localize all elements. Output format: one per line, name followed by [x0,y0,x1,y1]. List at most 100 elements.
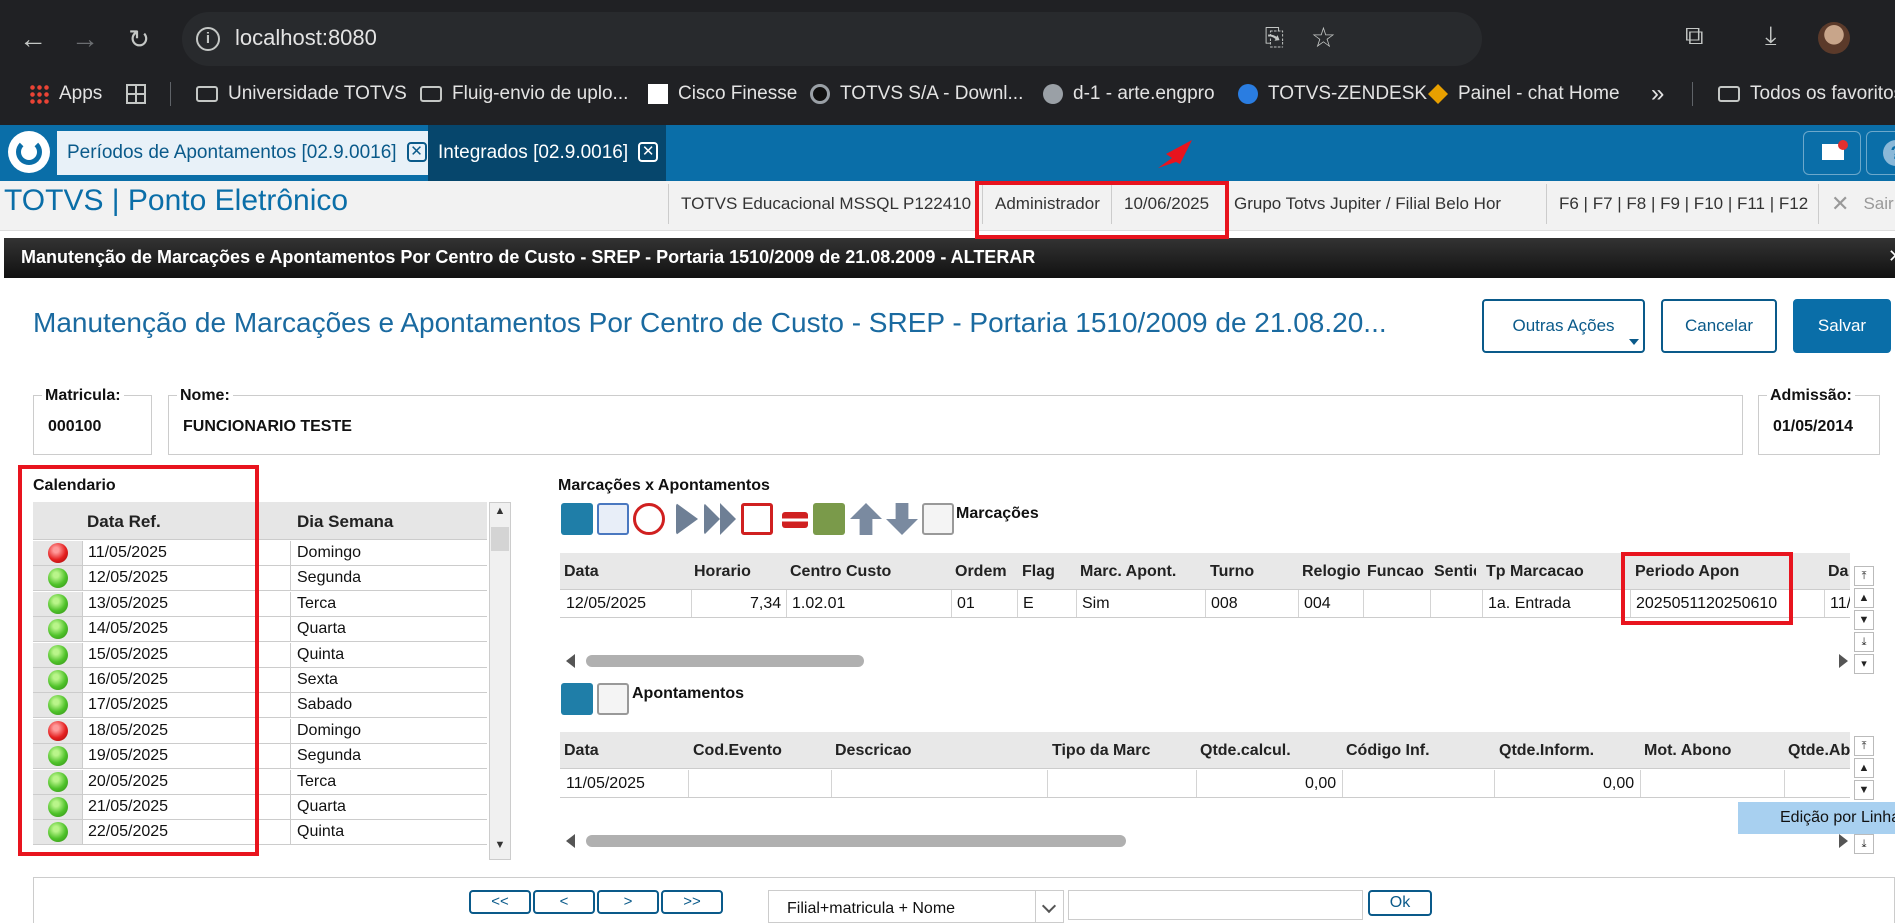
bookmarks-more-button[interactable]: » [1651,76,1664,112]
column-header[interactable]: Ordem [955,563,1007,581]
profile-avatar[interactable] [1818,22,1850,54]
messages-button[interactable] [1803,131,1861,175]
first-row-icon[interactable]: ⤒ [1854,566,1874,586]
bookmark-fluig[interactable]: Fluig-envio de uplo... [420,76,628,112]
bookmark-universidade[interactable]: Universidade TOTVS [196,76,407,112]
scroll-right-icon[interactable] [1839,654,1848,668]
tab-integrados[interactable]: Integrados [02.9.0016] ✕ [428,125,667,181]
system-date[interactable]: 10/06/2025 [1111,184,1209,224]
scroll-thumb[interactable] [586,655,864,667]
calendar-row[interactable]: 21/05/2025 Quarta [33,795,487,820]
reload-icon[interactable]: ↻ [118,18,160,60]
column-header[interactable]: Qtde.calcul. [1200,742,1291,760]
bookmark-star-icon[interactable]: ☆ [1311,21,1336,54]
document-icon[interactable] [741,503,773,535]
calendar-row[interactable]: 20/05/2025 Terca [33,769,487,795]
column-header[interactable]: Dia Semana [297,512,393,532]
close-icon[interactable]: ✕ [638,142,659,162]
column-header[interactable]: Mot. Abono [1644,742,1731,760]
scroll-right-icon[interactable] [1839,834,1848,848]
matricula-field[interactable]: Matricula: 000100 [33,387,152,455]
user-info[interactable]: Administrador [982,184,1100,224]
column-header[interactable]: Relogio [1302,563,1361,581]
extensions-icon[interactable]: ⧉ [1685,20,1704,52]
address-bar[interactable]: i localhost:8080 ⎘ ☆ [182,12,1482,66]
column-header[interactable]: Marc. Apont. [1080,563,1176,581]
calendar-row[interactable]: 18/05/2025 Domingo [33,718,487,744]
table-row[interactable]: 12/05/2025 7,34 1.02.01 01 E Sim 008 004… [560,590,1850,618]
totvs-logo-icon[interactable] [8,131,50,173]
play-icon[interactable] [676,503,698,535]
column-header[interactable]: Descricao [835,742,912,760]
edit-mode-button[interactable]: Edição por Linha [1738,802,1895,834]
scroll-thumb[interactable] [586,835,1126,847]
column-header[interactable]: Da [1828,563,1848,581]
scroll-left-icon[interactable] [566,834,575,848]
column-header[interactable]: Cod.Evento [693,742,782,760]
edit-note-icon[interactable] [597,683,629,715]
column-header[interactable]: Código Inf. [1346,742,1430,760]
next-row-icon[interactable]: ▼ [1854,780,1874,800]
calendar-row[interactable]: 17/05/2025 Sabado [33,693,487,719]
calendar-row[interactable]: 14/05/2025 Quarta [33,617,487,643]
scroll-thumb[interactable] [491,527,509,551]
edit-record-icon[interactable] [561,503,593,535]
clock-icon[interactable] [633,503,665,535]
money-icon[interactable] [813,503,845,535]
scroll-up-icon[interactable]: ▲ [490,505,510,523]
column-header[interactable]: Data Ref. [87,512,161,532]
site-info-icon[interactable]: i [196,27,220,51]
save-button[interactable]: Salvar [1793,299,1891,353]
bookmark-cisco[interactable]: Cisco Finesse [648,76,797,112]
cancel-button[interactable]: Cancelar [1661,299,1777,353]
ok-button[interactable]: Ok [1368,890,1432,916]
column-header[interactable]: Qtde.Inform. [1499,742,1594,760]
search-field-select[interactable]: Filial+matricula + Nome [768,890,1064,923]
calendar-row[interactable]: 15/05/2025 Quinta [33,642,487,668]
first-row-icon[interactable]: ⤒ [1854,736,1874,756]
prev-row-icon[interactable]: ▲ [1854,758,1874,778]
admissao-field[interactable]: Admissão: 01/05/2014 [1758,387,1880,455]
scroll-down-icon[interactable]: ▼ [490,839,510,857]
calendar-scrollbar[interactable]: ▲ ▼ [489,502,511,860]
next-page-button[interactable]: > [597,890,659,914]
last-page-button[interactable]: >> [661,890,723,914]
down-row-icon[interactable]: ▾ [1854,654,1874,674]
arrow-up-icon[interactable] [850,503,882,535]
column-header[interactable]: Tp Marcacao [1486,563,1584,581]
nome-field[interactable]: Nome: FUNCIONARIO TESTE [168,387,1743,455]
address-url[interactable]: localhost:8080 [235,25,377,51]
company-info[interactable]: Grupo Totvs Jupiter / Filial Belo Hor [1222,184,1501,224]
edit-note-icon[interactable] [922,503,954,535]
calendar-row[interactable]: 19/05/2025 Segunda [33,744,487,770]
column-header[interactable]: Centro Custo [790,563,891,581]
apontamentos-hscrollbar[interactable] [566,834,1848,848]
prev-row-icon[interactable]: ▲ [1854,588,1874,608]
bookmark-totvs-download[interactable]: TOTVS S/A - Downl... [810,76,1023,112]
bookmark-arte[interactable]: d-1 - arte.engpro [1043,76,1215,112]
bookmark-painel[interactable]: Painel - chat Home [1428,76,1620,112]
forward-arrow-icon[interactable]: → [64,18,106,60]
column-header[interactable]: Flag [1022,563,1055,581]
bookmark-zendesk[interactable]: TOTVS-ZENDESK [1238,76,1427,112]
bookmark-all-favorites[interactable]: Todos os favoritos [1718,76,1895,112]
search-input[interactable] [1068,890,1363,920]
column-header[interactable]: Tipo da Marc [1052,742,1150,760]
calendar-row[interactable]: 11/05/2025 Domingo [33,541,487,566]
bookmark-grid[interactable] [126,76,146,112]
column-header[interactable]: Turno [1210,563,1254,581]
calendar-row[interactable]: 12/05/2025 Segunda [33,566,487,592]
equals-icon[interactable] [782,512,808,528]
calendar-row[interactable]: 13/05/2025 Terca [33,591,487,617]
column-header[interactable]: Funcao [1367,563,1424,581]
fast-forward-icon[interactable] [704,503,736,535]
last-row-icon[interactable]: ⤓ [1854,834,1874,854]
calendar-row[interactable]: 16/05/2025 Sexta [33,668,487,693]
bookmark-apps[interactable]: Apps [29,76,102,112]
column-header[interactable]: Sentid [1434,563,1476,581]
scroll-left-icon[interactable] [566,654,575,668]
column-header[interactable]: Data [564,742,599,760]
column-header[interactable]: Qtde.Ab [1788,742,1850,760]
arrow-down-icon[interactable] [886,503,918,535]
help-button[interactable]: ? [1866,131,1895,175]
